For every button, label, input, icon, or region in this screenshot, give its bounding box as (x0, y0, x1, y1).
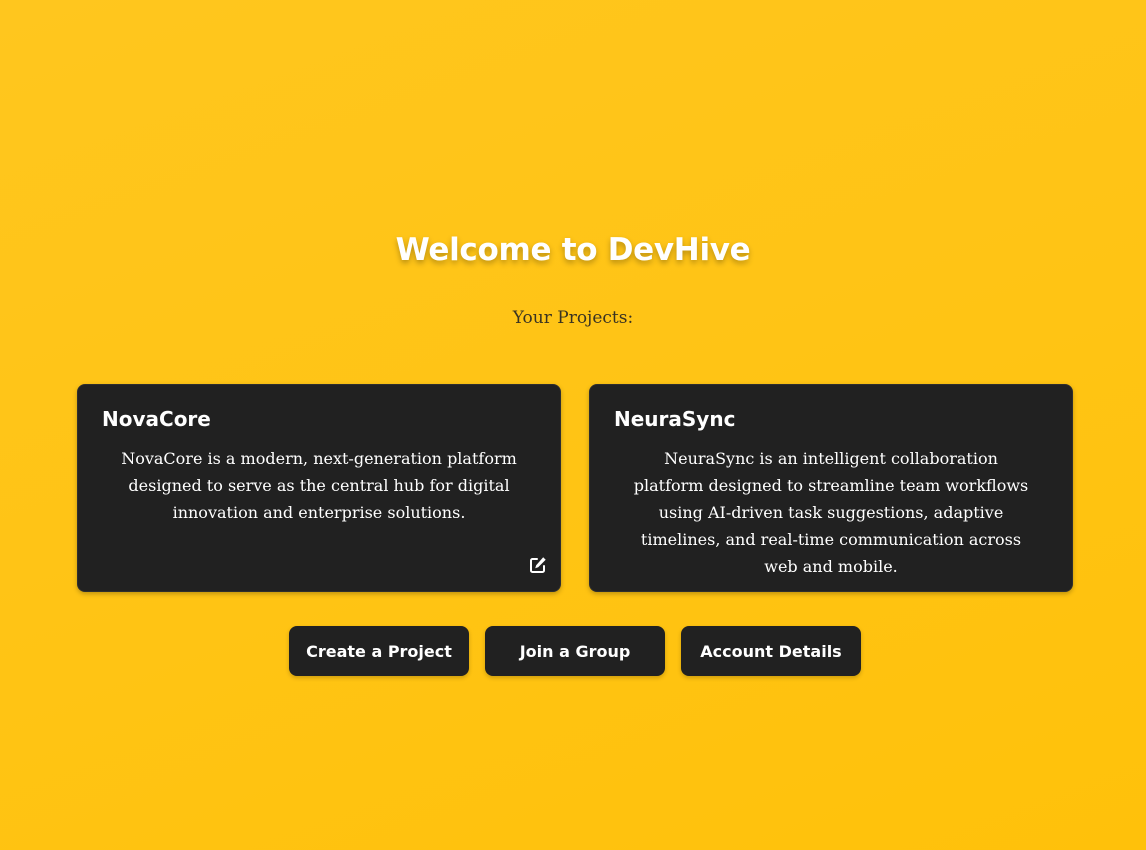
account-details-button[interactable]: Account Details (681, 626, 861, 676)
create-project-button[interactable]: Create a Project (289, 626, 469, 676)
edit-icon[interactable] (528, 555, 548, 575)
project-description: NovaCore is a modern, next-generation pl… (121, 449, 517, 522)
join-group-button[interactable]: Join a Group (485, 626, 665, 676)
project-title: NeuraSync (614, 407, 736, 431)
project-title: NovaCore (102, 407, 211, 431)
project-card-novacore[interactable]: NovaCore NovaCore is a modern, next-gene… (77, 384, 561, 592)
projects-subtitle: Your Projects: (512, 308, 634, 328)
project-card-neurasync[interactable]: NeuraSync NeuraSync is an intelligent co… (589, 384, 1073, 592)
project-description: NeuraSync is an intelligent collaboratio… (633, 449, 1029, 576)
page-title: Welcome to DevHive (395, 232, 751, 268)
